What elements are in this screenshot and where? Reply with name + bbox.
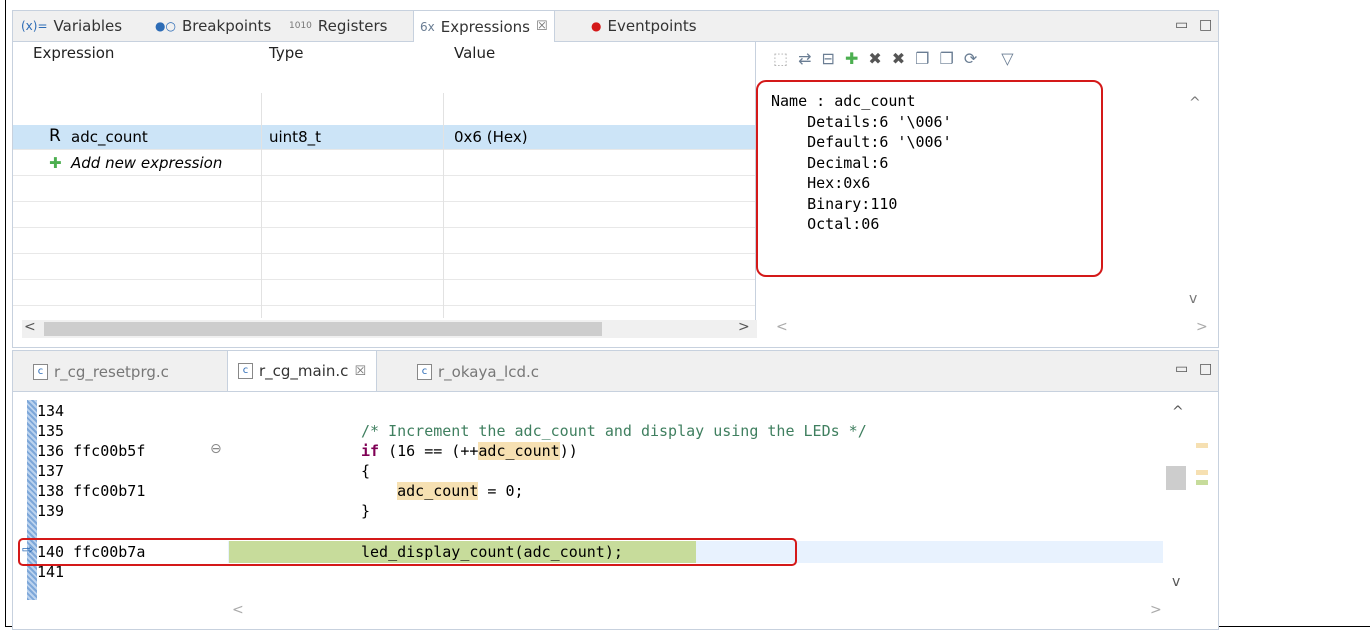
scroll-right-icon[interactable]: > bbox=[1150, 602, 1162, 618]
variables-icon: (x)= bbox=[21, 19, 48, 33]
vertical-scroll-thumb[interactable] bbox=[1166, 466, 1186, 490]
code-comment: /* Increment the adc_count and display u… bbox=[361, 422, 867, 440]
scroll-right-icon[interactable]: > bbox=[1196, 319, 1208, 335]
expression-details: Name : adc_count Details:6 '\006' Defaul… bbox=[771, 92, 952, 233]
remove-icon[interactable]: ✖ bbox=[868, 49, 881, 68]
fold-collapse-icon[interactable]: ⊖ bbox=[210, 441, 222, 457]
scrollbar-thumb[interactable] bbox=[44, 322, 602, 336]
code-close-brace: } bbox=[361, 502, 371, 520]
tab-label: Variables bbox=[53, 17, 123, 35]
table-row[interactable]: R adc_count uint8_t 0x6 (Hex) bbox=[13, 125, 755, 150]
overview-marker[interactable] bbox=[1196, 443, 1208, 448]
line-number: 139 bbox=[37, 502, 65, 520]
tab-r-cg-main[interactable]: c r_cg_main.c ☒ bbox=[227, 351, 378, 391]
scroll-down-icon[interactable]: v bbox=[1172, 574, 1180, 590]
c-file-icon: c bbox=[238, 363, 253, 379]
line-number: 138 ffc00b71 bbox=[37, 482, 146, 500]
expression-name: adc_count bbox=[71, 128, 148, 146]
scroll-down-icon[interactable]: v bbox=[1189, 291, 1197, 307]
tab-eventpoints[interactable]: ● Eventpoints bbox=[591, 11, 697, 41]
eventpoints-icon: ● bbox=[591, 19, 602, 33]
c-file-icon: c bbox=[33, 364, 48, 380]
refresh-icon[interactable]: ⟳ bbox=[964, 49, 977, 68]
maximize-icon[interactable]: □ bbox=[1199, 361, 1212, 377]
code-assignment: adc_count = 0; bbox=[397, 482, 524, 500]
column-divider bbox=[261, 93, 262, 318]
line-number: 137 bbox=[37, 462, 65, 480]
expression-type: uint8_t bbox=[269, 128, 321, 146]
collapse-all-icon[interactable]: ⊟ bbox=[822, 49, 835, 68]
scroll-left-icon[interactable]: < bbox=[232, 602, 244, 618]
add-expression-row[interactable]: ✚ Add new expression bbox=[13, 151, 755, 176]
tab-label: Breakpoints bbox=[181, 17, 272, 35]
code-if-statement: if (16 == (++adc_count)) bbox=[361, 442, 578, 460]
import-icon[interactable]: ❐ bbox=[940, 49, 954, 68]
tab-registers[interactable]: 1010 Registers bbox=[289, 11, 387, 41]
export-icon[interactable]: ❐ bbox=[915, 49, 929, 68]
column-divider bbox=[443, 93, 444, 318]
add-expression-label: Add new expression bbox=[71, 154, 223, 172]
column-header-type[interactable]: Type bbox=[269, 44, 303, 62]
close-icon[interactable]: ☒ bbox=[536, 12, 548, 42]
tab-label: Expressions bbox=[440, 17, 530, 36]
registers-icon: 1010 bbox=[289, 21, 312, 31]
column-header-value[interactable]: Value bbox=[454, 44, 495, 62]
expressions-icon: 6x bbox=[420, 19, 435, 34]
scroll-left-icon[interactable]: < bbox=[776, 319, 788, 335]
empty-row bbox=[13, 281, 755, 306]
breakpoint-gutter[interactable] bbox=[27, 400, 37, 600]
view-tab-bar: (x)= Variables ●○ Breakpoints 1010 Regis… bbox=[13, 11, 1218, 42]
tab-r-okaya-lcd[interactable]: c r_okaya_lcd.c bbox=[417, 363, 539, 381]
close-icon[interactable]: ☒ bbox=[354, 364, 366, 379]
c-file-icon: c bbox=[417, 364, 432, 380]
add-expression-icon[interactable]: ✚ bbox=[845, 49, 858, 68]
minimize-icon[interactable]: ▭ bbox=[1175, 17, 1188, 33]
editor-tab-bar: c r_cg_resetprg.c c r_cg_main.c ☒ c r_ok… bbox=[13, 351, 1218, 392]
current-line-highlight-box bbox=[18, 538, 797, 566]
line-number: 134 bbox=[37, 402, 65, 420]
tab-variables[interactable]: (x)= Variables bbox=[21, 11, 122, 41]
tab-breakpoints[interactable]: ●○ Breakpoints bbox=[155, 11, 271, 41]
tab-r-cg-resetprg[interactable]: c r_cg_resetprg.c bbox=[33, 363, 169, 381]
column-header-expression[interactable]: Expression bbox=[33, 44, 114, 62]
empty-row bbox=[13, 255, 755, 280]
readonly-icon: R bbox=[49, 126, 61, 146]
empty-row bbox=[13, 229, 755, 254]
maximize-icon[interactable]: □ bbox=[1199, 17, 1212, 33]
breakpoints-icon: ●○ bbox=[155, 19, 176, 33]
line-number: 136 ffc00b5f bbox=[37, 442, 146, 460]
expression-value: 0x6 (Hex) bbox=[454, 128, 528, 146]
view-toolbar: ⬚ ⇄ ⊟ ✚ ✖ ✖ ❐ ❐ ⟳ ▽ bbox=[773, 49, 1014, 68]
scroll-right-icon[interactable]: > bbox=[738, 319, 750, 335]
tab-label: r_okaya_lcd.c bbox=[438, 363, 539, 381]
code-open-brace: { bbox=[361, 462, 371, 480]
tab-label: Registers bbox=[317, 17, 388, 35]
show-type-names-icon[interactable]: ⬚ bbox=[773, 49, 788, 68]
line-number: 135 bbox=[37, 422, 65, 440]
show-logical-structure-icon[interactable]: ⇄ bbox=[798, 49, 811, 68]
scroll-left-icon[interactable]: < bbox=[24, 319, 36, 335]
tab-label: Eventpoints bbox=[607, 17, 697, 35]
tab-label: r_cg_main.c bbox=[259, 362, 349, 380]
editor-panel: c r_cg_resetprg.c c r_cg_main.c ☒ c r_ok… bbox=[12, 350, 1219, 630]
empty-row bbox=[13, 177, 755, 202]
minimize-icon[interactable]: ▭ bbox=[1175, 361, 1188, 377]
tab-expressions[interactable]: 6x Expressions ☒ bbox=[413, 11, 555, 42]
scroll-up-icon[interactable]: ^ bbox=[1189, 95, 1201, 111]
tab-label: r_cg_resetprg.c bbox=[54, 363, 169, 381]
scroll-up-icon[interactable]: ^ bbox=[1172, 404, 1184, 420]
empty-row bbox=[13, 203, 755, 228]
overview-marker[interactable] bbox=[1196, 480, 1208, 485]
add-icon: ✚ bbox=[49, 154, 62, 172]
remove-all-icon[interactable]: ✖ bbox=[892, 49, 905, 68]
view-menu-icon[interactable]: ▽ bbox=[1001, 49, 1013, 68]
overview-marker[interactable] bbox=[1196, 470, 1208, 475]
